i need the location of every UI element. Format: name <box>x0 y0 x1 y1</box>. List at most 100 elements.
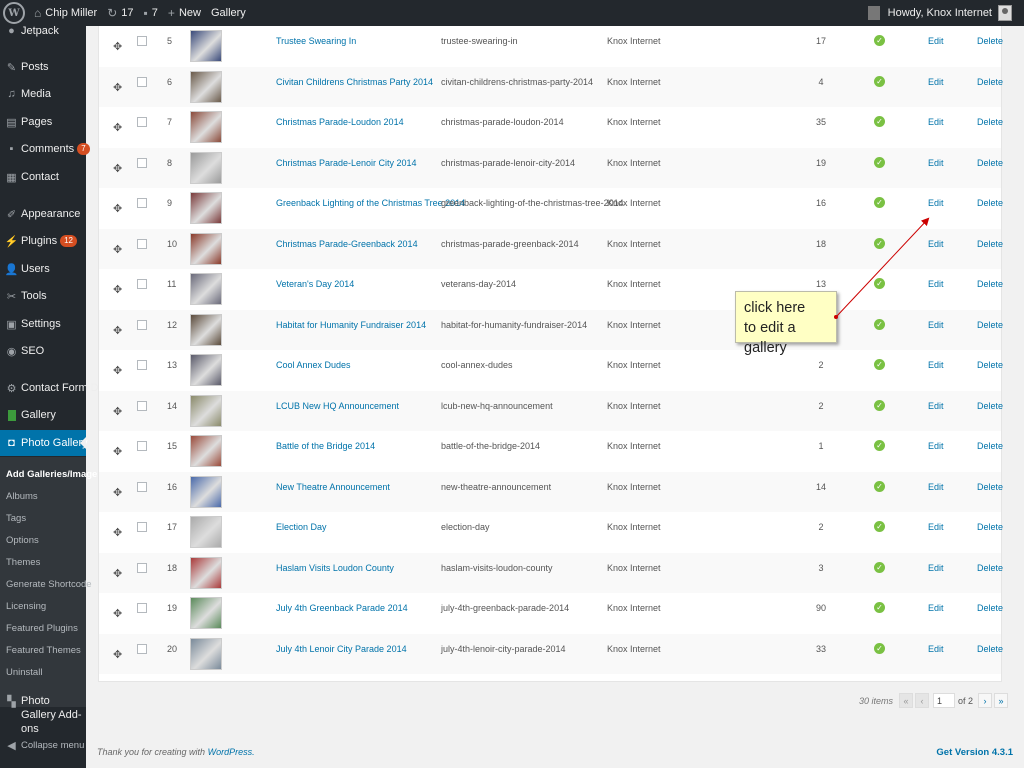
edit-link[interactable]: Edit <box>928 320 944 330</box>
drag-handle-icon[interactable]: ✥ <box>113 121 122 134</box>
submenu-featured-themes[interactable]: Featured Themes <box>6 645 81 656</box>
edit-link[interactable]: Edit <box>928 603 944 613</box>
gallery-thumbnail[interactable] <box>190 313 222 346</box>
submenu-featured-plugins[interactable]: Featured Plugins <box>6 623 78 634</box>
delete-link[interactable]: Delete <box>977 36 1003 46</box>
published-check-icon[interactable]: ✓ <box>874 75 885 87</box>
edit-link[interactable]: Edit <box>928 401 944 411</box>
menu-pages[interactable]: ▤ Pages <box>0 109 86 135</box>
delete-link[interactable]: Delete <box>977 360 1003 370</box>
menu-appearance[interactable]: ✐ Appearance <box>0 201 86 227</box>
delete-link[interactable]: Delete <box>977 77 1003 87</box>
admin-bar-new[interactable]: + New <box>163 0 206 26</box>
menu-photo-gallery-addons[interactable]: ▚ Photo Gallery Add-ons <box>0 694 86 735</box>
edit-link[interactable]: Edit <box>928 482 944 492</box>
drag-handle-icon[interactable]: ✥ <box>113 486 122 499</box>
published-check-icon[interactable]: ✓ <box>874 35 885 47</box>
drag-handle-icon[interactable]: ✥ <box>113 81 122 94</box>
row-checkbox[interactable] <box>137 603 147 614</box>
menu-media[interactable]: ♫ Media <box>0 81 86 107</box>
edit-link[interactable]: Edit <box>928 360 944 370</box>
edit-link[interactable]: Edit <box>928 644 944 654</box>
footer-version[interactable]: Get Version 4.3.1 <box>936 747 1013 758</box>
admin-bar-site-name[interactable]: ⌂ Chip Miller <box>29 0 102 26</box>
delete-link[interactable]: Delete <box>977 198 1003 208</box>
delete-link[interactable]: Delete <box>977 644 1003 654</box>
gallery-title-link[interactable]: Trustee Swearing In <box>276 36 356 46</box>
gallery-title-link[interactable]: Habitat for Humanity Fundraiser 2014 <box>276 320 426 330</box>
gallery-thumbnail[interactable] <box>190 232 222 265</box>
gallery-thumbnail[interactable] <box>190 475 222 508</box>
published-check-icon[interactable]: ✓ <box>874 318 885 330</box>
current-page-input[interactable]: 1 <box>932 693 955 708</box>
menu-contact-form-db[interactable]: ⚙ Contact Form DB <box>0 375 106 401</box>
gallery-title-link[interactable]: Christmas Parade-Loudon 2014 <box>276 117 404 127</box>
drag-handle-icon[interactable]: ✥ <box>113 283 122 296</box>
delete-link[interactable]: Delete <box>977 279 1003 289</box>
row-checkbox[interactable] <box>137 441 147 452</box>
gallery-thumbnail[interactable] <box>190 151 222 184</box>
collapse-menu[interactable]: ◀ Collapse menu <box>0 732 86 758</box>
submenu-options[interactable]: Options <box>6 535 39 546</box>
delete-link[interactable]: Delete <box>977 158 1003 168</box>
row-checkbox[interactable] <box>137 562 147 573</box>
gallery-title-link[interactable]: Battle of the Bridge 2014 <box>276 441 375 451</box>
delete-link[interactable]: Delete <box>977 563 1003 573</box>
row-checkbox[interactable] <box>137 643 147 654</box>
delete-link[interactable]: Delete <box>977 522 1003 532</box>
row-checkbox[interactable] <box>137 522 147 533</box>
avatar[interactable] <box>998 5 1012 21</box>
published-check-icon[interactable]: ✓ <box>874 197 885 209</box>
published-check-icon[interactable]: ✓ <box>874 602 885 614</box>
drag-handle-icon[interactable]: ✥ <box>113 243 122 256</box>
menu-tools[interactable]: ✂ Tools <box>0 283 86 309</box>
gallery-thumbnail[interactable] <box>190 516 222 548</box>
edit-link[interactable]: Edit <box>928 158 944 168</box>
gallery-title-link[interactable]: July 4th Lenoir City Parade 2014 <box>276 644 407 654</box>
howdy-label[interactable]: Howdy, Knox Internet <box>888 7 992 19</box>
row-checkbox[interactable] <box>137 400 147 411</box>
delete-link[interactable]: Delete <box>977 239 1003 249</box>
menu-posts[interactable]: ✎ Posts <box>0 54 86 80</box>
edit-link[interactable]: Edit <box>928 77 944 87</box>
menu-plugins[interactable]: ⚡ Plugins 12 <box>0 228 86 254</box>
gallery-thumbnail[interactable] <box>190 70 222 103</box>
drag-handle-icon[interactable]: ✥ <box>113 324 122 337</box>
edit-link[interactable]: Edit <box>928 279 944 289</box>
drag-handle-icon[interactable]: ✥ <box>113 202 122 215</box>
drag-handle-icon[interactable]: ✥ <box>113 567 122 580</box>
row-checkbox[interactable] <box>137 481 147 492</box>
gallery-thumbnail[interactable] <box>190 597 222 629</box>
gallery-thumbnail[interactable] <box>190 111 222 143</box>
delete-link[interactable]: Delete <box>977 117 1003 127</box>
published-check-icon[interactable]: ✓ <box>874 399 885 411</box>
drag-handle-icon[interactable]: ✥ <box>113 162 122 175</box>
prev-page-button[interactable]: ‹ <box>914 693 929 708</box>
menu-comments[interactable]: ▪ Comments 7 <box>0 136 90 162</box>
published-check-icon[interactable]: ✓ <box>874 359 885 371</box>
row-checkbox[interactable] <box>137 238 147 249</box>
gallery-thumbnail[interactable] <box>190 435 222 467</box>
row-checkbox[interactable] <box>137 76 147 87</box>
admin-bar-updates[interactable]: ↻ 17 <box>102 0 138 26</box>
row-checkbox[interactable] <box>137 198 147 209</box>
published-check-icon[interactable]: ✓ <box>874 642 885 654</box>
delete-link[interactable]: Delete <box>977 401 1003 411</box>
gallery-title-link[interactable]: Christmas Parade-Greenback 2014 <box>276 239 418 249</box>
gallery-title-link[interactable]: Cool Annex Dudes <box>276 360 351 370</box>
first-page-button[interactable]: « <box>898 693 913 708</box>
row-checkbox[interactable] <box>137 319 147 330</box>
row-checkbox[interactable] <box>137 157 147 168</box>
published-check-icon[interactable]: ✓ <box>874 116 885 128</box>
gallery-title-link[interactable]: July 4th Greenback Parade 2014 <box>276 603 408 613</box>
submenu-uninstall[interactable]: Uninstall <box>6 667 42 678</box>
menu-users[interactable]: 👤 Users <box>0 256 86 282</box>
menu-gallery[interactable]: Gallery <box>0 402 86 428</box>
edit-link[interactable]: Edit <box>928 198 944 208</box>
last-page-button[interactable]: » <box>994 693 1008 708</box>
drag-handle-icon[interactable]: ✥ <box>113 40 122 53</box>
submenu-licensing[interactable]: Licensing <box>6 601 46 612</box>
gallery-title-link[interactable]: LCUB New HQ Announcement <box>276 401 399 411</box>
menu-photo-gallery[interactable]: ◘ Photo Gallery <box>0 430 88 456</box>
delete-link[interactable]: Delete <box>977 482 1003 492</box>
